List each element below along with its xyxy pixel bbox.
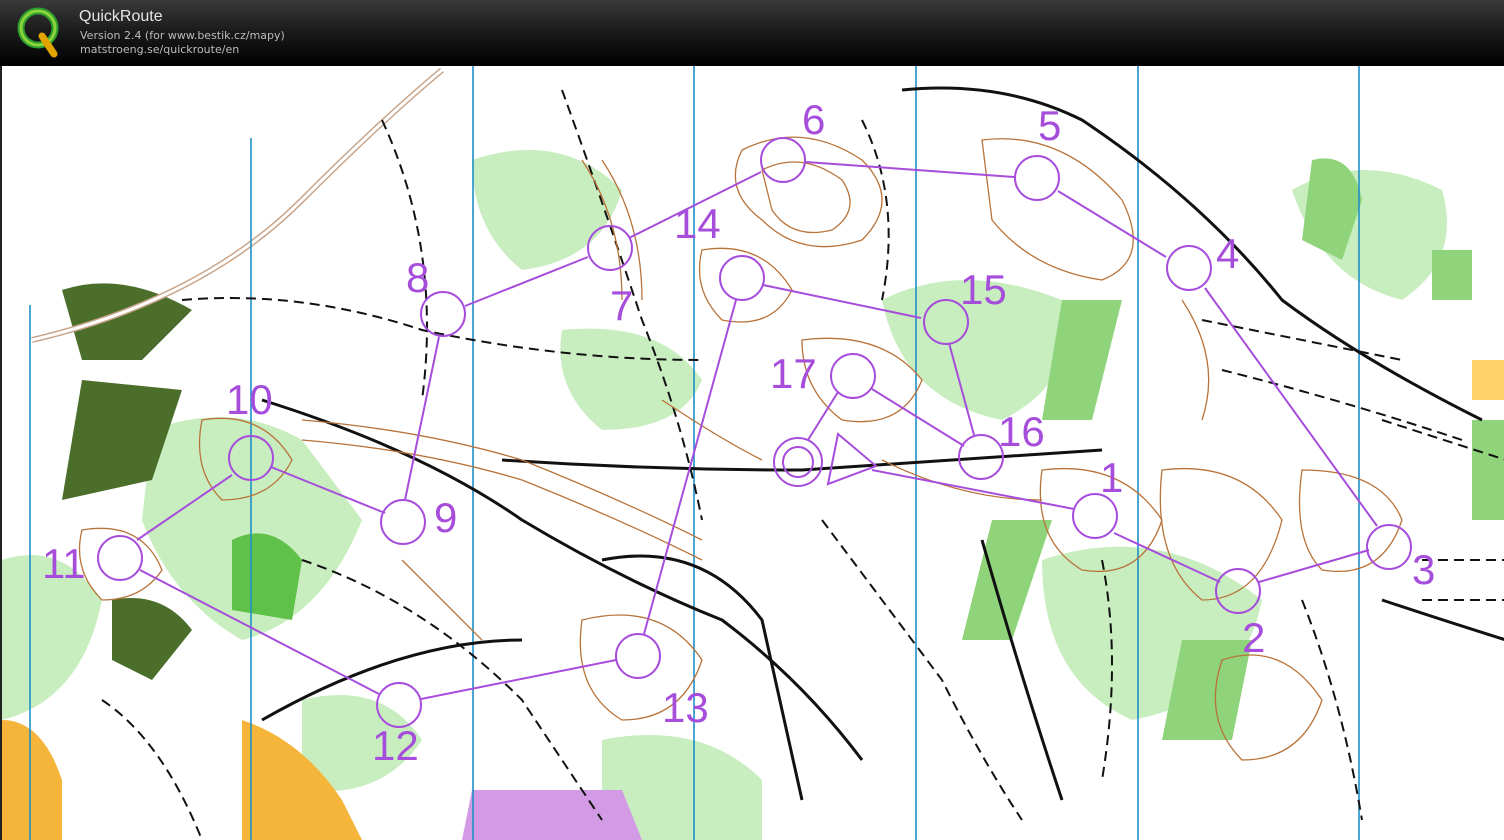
control-number-17: 17 <box>770 350 817 397</box>
control-number-6: 6 <box>802 96 825 143</box>
control-number-2: 2 <box>1242 614 1265 661</box>
control-number-9: 9 <box>434 494 457 541</box>
orienteering-map[interactable]: 1 2 3 4 5 6 7 8 9 10 11 12 13 14 15 16 1… <box>0 66 1504 840</box>
control-number-16: 16 <box>998 408 1045 455</box>
control-number-8: 8 <box>406 254 429 301</box>
control-number-5: 5 <box>1038 102 1061 149</box>
control-number-15: 15 <box>960 266 1007 313</box>
control-number-10: 10 <box>226 376 273 423</box>
control-number-4: 4 <box>1216 230 1239 277</box>
control-number-11: 11 <box>42 540 86 587</box>
map-canvas: 1 2 3 4 5 6 7 8 9 10 11 12 13 14 15 16 1… <box>2 66 1504 840</box>
control-number-1: 1 <box>1100 454 1123 501</box>
app-header: QuickRoute Version 2.4 (for www.bestik.c… <box>0 0 1504 66</box>
app-url: matstroeng.se/quickroute/en <box>80 43 240 56</box>
app-title: QuickRoute <box>79 8 163 25</box>
control-number-13: 13 <box>662 684 709 731</box>
control-number-12: 12 <box>372 722 419 769</box>
quickroute-q-logo-icon <box>17 7 59 58</box>
control-number-7: 7 <box>610 282 633 329</box>
app-version: Version 2.4 (for www.bestik.cz/mapy) <box>80 29 285 42</box>
control-number-14: 14 <box>674 200 721 247</box>
terrain-layer <box>2 66 1504 840</box>
control-number-3: 3 <box>1412 546 1435 593</box>
